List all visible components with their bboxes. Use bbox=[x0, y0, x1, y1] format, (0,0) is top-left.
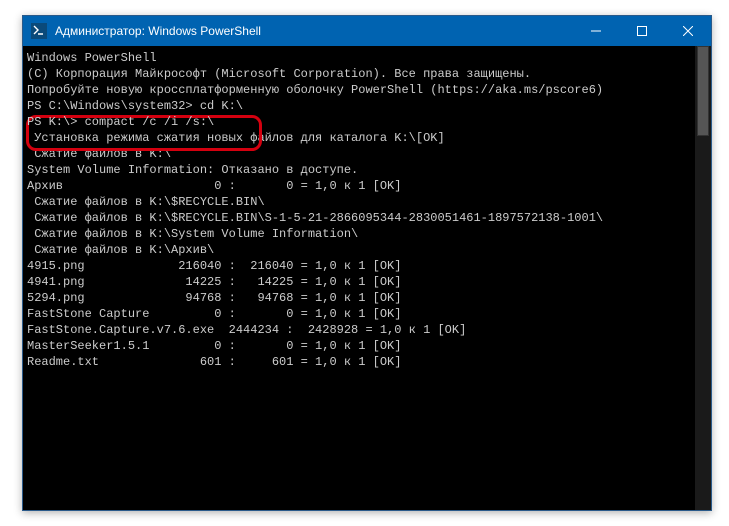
output-line: 4915.png 216040 : 216040 = 1,0 к 1 [OK] bbox=[27, 258, 695, 274]
powershell-window: Администратор: Windows PowerShell Window… bbox=[22, 15, 712, 511]
titlebar[interactable]: Администратор: Windows PowerShell bbox=[23, 16, 711, 46]
output-line: Сжатие файлов в K:\$RECYCLE.BIN\S-1-5-21… bbox=[27, 210, 695, 226]
command-line: PS C:\Windows\system32> cd K:\ bbox=[27, 98, 695, 114]
powershell-icon bbox=[31, 23, 47, 39]
output-line: Windows PowerShell bbox=[27, 50, 695, 66]
window-title: Администратор: Windows PowerShell bbox=[55, 24, 261, 38]
command-line: PS K:\> compact /c /i /s:\ bbox=[27, 114, 695, 130]
output-line: System Volume Information: Отказано в до… bbox=[27, 162, 695, 178]
terminal-area: Windows PowerShell(C) Корпорация Майкрос… bbox=[23, 46, 711, 510]
output-line: 5294.png 94768 : 94768 = 1,0 к 1 [OK] bbox=[27, 290, 695, 306]
output-line: Сжатие файлов в K:\System Volume Informa… bbox=[27, 226, 695, 242]
output-line: 4941.png 14225 : 14225 = 1,0 к 1 [OK] bbox=[27, 274, 695, 290]
scrollbar-vertical[interactable] bbox=[695, 46, 711, 510]
output-line: Сжатие файлов в K:\Архив\ bbox=[27, 242, 695, 258]
maximize-button[interactable] bbox=[619, 16, 665, 46]
output-line: FastStone.Capture.v7.6.exe 2444234 : 242… bbox=[27, 322, 695, 338]
output-line: (C) Корпорация Майкрософт (Microsoft Cor… bbox=[27, 66, 695, 82]
output-line: Сжатие файлов в K:\$RECYCLE.BIN\ bbox=[27, 194, 695, 210]
output-line: Попробуйте новую кроссплатформенную обол… bbox=[27, 82, 695, 98]
output-line: Readme.txt 601 : 601 = 1,0 к 1 [OK] bbox=[27, 354, 695, 370]
terminal-output[interactable]: Windows PowerShell(C) Корпорация Майкрос… bbox=[23, 46, 695, 510]
output-line: MasterSeeker1.5.1 0 : 0 = 1,0 к 1 [OK] bbox=[27, 338, 695, 354]
minimize-button[interactable] bbox=[573, 16, 619, 46]
output-line: Архив 0 : 0 = 1,0 к 1 [OK] bbox=[27, 178, 695, 194]
output-line: Сжатие файлов в K:\ bbox=[27, 146, 695, 162]
output-line: Установка режима сжатия новых файлов для… bbox=[27, 130, 695, 146]
close-button[interactable] bbox=[665, 16, 711, 46]
scrollbar-thumb[interactable] bbox=[697, 46, 709, 136]
output-line: FastStone Capture 0 : 0 = 1,0 к 1 [OK] bbox=[27, 306, 695, 322]
